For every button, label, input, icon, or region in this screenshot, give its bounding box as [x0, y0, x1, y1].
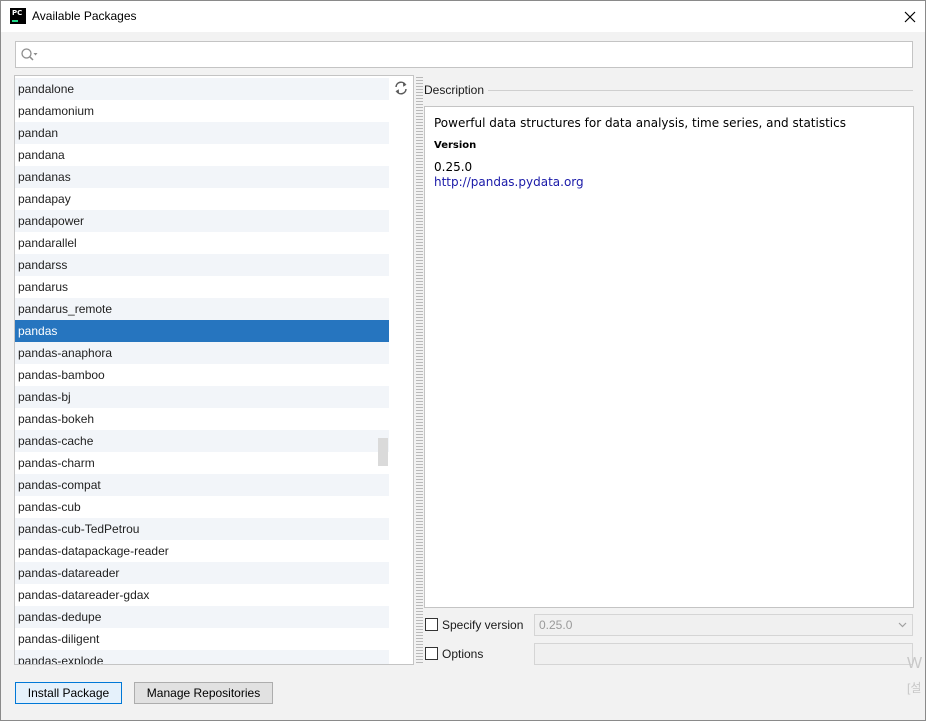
available-packages-dialog: PC Available Packages pandalone pandamoni… [0, 0, 926, 721]
refresh-icon[interactable] [393, 80, 409, 96]
options-checkbox[interactable] [425, 647, 438, 660]
chevron-down-icon [898, 622, 907, 628]
search-box[interactable] [15, 41, 913, 68]
package-list-item[interactable]: pandamonium [15, 100, 389, 122]
package-list-item[interactable]: pandas-cub [15, 496, 389, 518]
package-list-item[interactable]: pandas-datapackage-reader [15, 540, 389, 562]
package-list-item[interactable]: pandarss [15, 254, 389, 276]
package-list-item[interactable]: pandapay [15, 188, 389, 210]
options-input[interactable] [534, 643, 913, 665]
package-list-item[interactable]: pandas-anaphora [15, 342, 389, 364]
package-list-item[interactable]: pandas-datareader [15, 562, 389, 584]
list-scrollbar-thumb[interactable] [378, 438, 388, 466]
window-title: Available Packages [32, 9, 137, 23]
activation-watermark: W [설 [907, 652, 926, 702]
package-list-item[interactable]: pandas-charm [15, 452, 389, 474]
package-list-item[interactable]: pandarus [15, 276, 389, 298]
specify-version-checkbox[interactable] [425, 618, 438, 631]
package-summary: Powerful data structures for data analys… [434, 116, 846, 130]
search-input[interactable] [42, 44, 902, 65]
package-list-item[interactable]: pandarus_remote [15, 298, 389, 320]
panel-splitter[interactable] [416, 75, 423, 665]
close-icon [904, 11, 916, 22]
description-label: Description [424, 83, 485, 97]
watermark-line-2: [설 [907, 681, 922, 695]
package-list-item[interactable]: pandas [15, 320, 389, 342]
close-button[interactable] [895, 1, 925, 32]
description-panel: Powerful data structures for data analys… [424, 106, 914, 608]
package-list-item[interactable]: pandas-cache [15, 430, 389, 452]
package-list-panel: pandalone pandamonium pandan pandana pandana… [14, 75, 414, 665]
search-icon[interactable] [20, 47, 40, 63]
package-list-item[interactable]: pandas-bamboo [15, 364, 389, 386]
package-list-item[interactable]: pandarallel [15, 232, 389, 254]
options-label[interactable]: Options [442, 647, 483, 661]
package-list-item[interactable]: pandanas [15, 166, 389, 188]
install-package-button[interactable]: Install Package [15, 682, 122, 704]
package-list-item[interactable]: pandas-datareader-gdax [15, 584, 389, 606]
package-list-item[interactable]: pandapower [15, 210, 389, 232]
pycharm-icon: PC [10, 8, 26, 24]
package-list-item[interactable]: pandas-dedupe [15, 606, 389, 628]
version-heading: Version [434, 140, 477, 151]
package-list-item[interactable]: pandana [15, 144, 389, 166]
description-separator [488, 90, 913, 91]
version-select[interactable]: 0.25.0 [534, 614, 913, 636]
package-list-item[interactable]: pandas-compat [15, 474, 389, 496]
package-list-item[interactable]: pandas-cub-TedPetrou [15, 518, 389, 540]
watermark-line-1: W [907, 655, 923, 672]
manage-repositories-button[interactable]: Manage Repositories [134, 682, 273, 704]
version-select-value: 0.25.0 [539, 618, 573, 632]
package-list-item[interactable]: pandas-bj [15, 386, 389, 408]
package-list-item[interactable]: pandalone [15, 78, 389, 100]
list-toolbar [389, 76, 413, 664]
package-list-item[interactable]: pandas-diligent [15, 628, 389, 650]
title-bar: PC Available Packages [1, 1, 925, 32]
specify-version-label[interactable]: Specify version [442, 618, 523, 632]
package-homepage-link[interactable]: http://pandas.pydata.org [434, 175, 904, 189]
package-list-item[interactable]: pandas-explode [15, 650, 389, 664]
package-list-item[interactable]: pandas-bokeh [15, 408, 389, 430]
package-list[interactable]: pandalone pandamonium pandan pandana pandana… [15, 78, 389, 664]
package-list-item[interactable]: pandan [15, 122, 389, 144]
package-version: 0.25.0 [434, 160, 473, 174]
